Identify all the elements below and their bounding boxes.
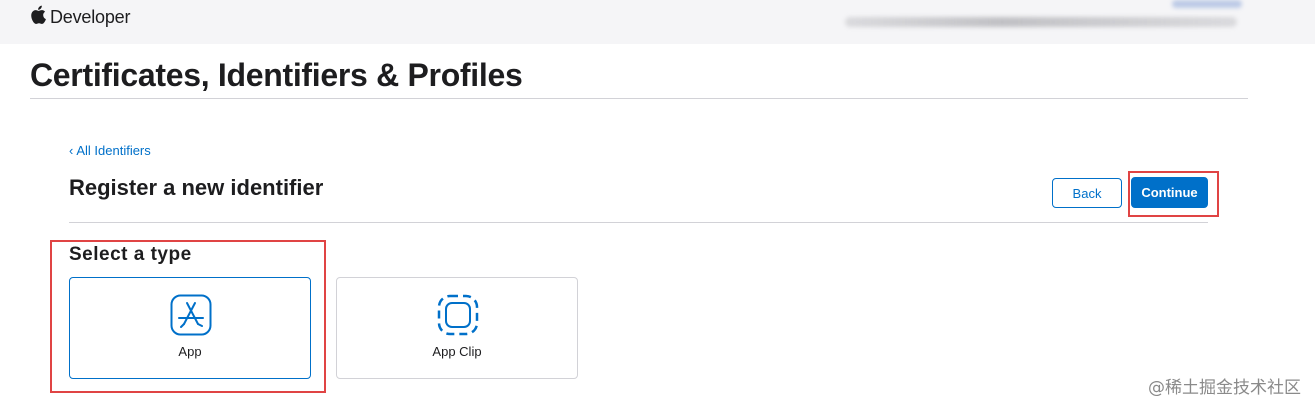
section-divider (69, 222, 1208, 223)
type-option-label: App (178, 344, 202, 359)
global-header: Developer (0, 0, 1315, 44)
chevron-left-icon: ‹ (69, 143, 74, 158)
app-clip-icon (437, 294, 479, 336)
back-button[interactable]: Back (1052, 178, 1122, 208)
developer-home-link[interactable]: Developer (30, 4, 130, 30)
apple-logo-icon (30, 5, 46, 29)
page-title: Certificates, Identifiers & Profiles (30, 57, 523, 93)
type-option-label: App Clip (432, 344, 482, 359)
brand-text: Developer (50, 6, 131, 27)
all-identifiers-label: All Identifiers (76, 143, 151, 158)
title-divider (30, 98, 1248, 99)
watermark: @稀土掘金技术社区 (1148, 378, 1301, 398)
type-option-app[interactable]: App (69, 277, 311, 379)
redacted-account-info (845, 17, 1237, 27)
app-store-icon (170, 294, 212, 336)
continue-button[interactable]: Continue (1131, 177, 1208, 208)
all-identifiers-link[interactable]: ‹ All Identifiers (69, 143, 151, 158)
type-option-app-clip[interactable]: App Clip (336, 277, 578, 379)
section-title: Register a new identifier (69, 175, 324, 200)
select-type-label: Select a type (69, 244, 192, 265)
redacted-account-link[interactable] (1172, 0, 1242, 8)
